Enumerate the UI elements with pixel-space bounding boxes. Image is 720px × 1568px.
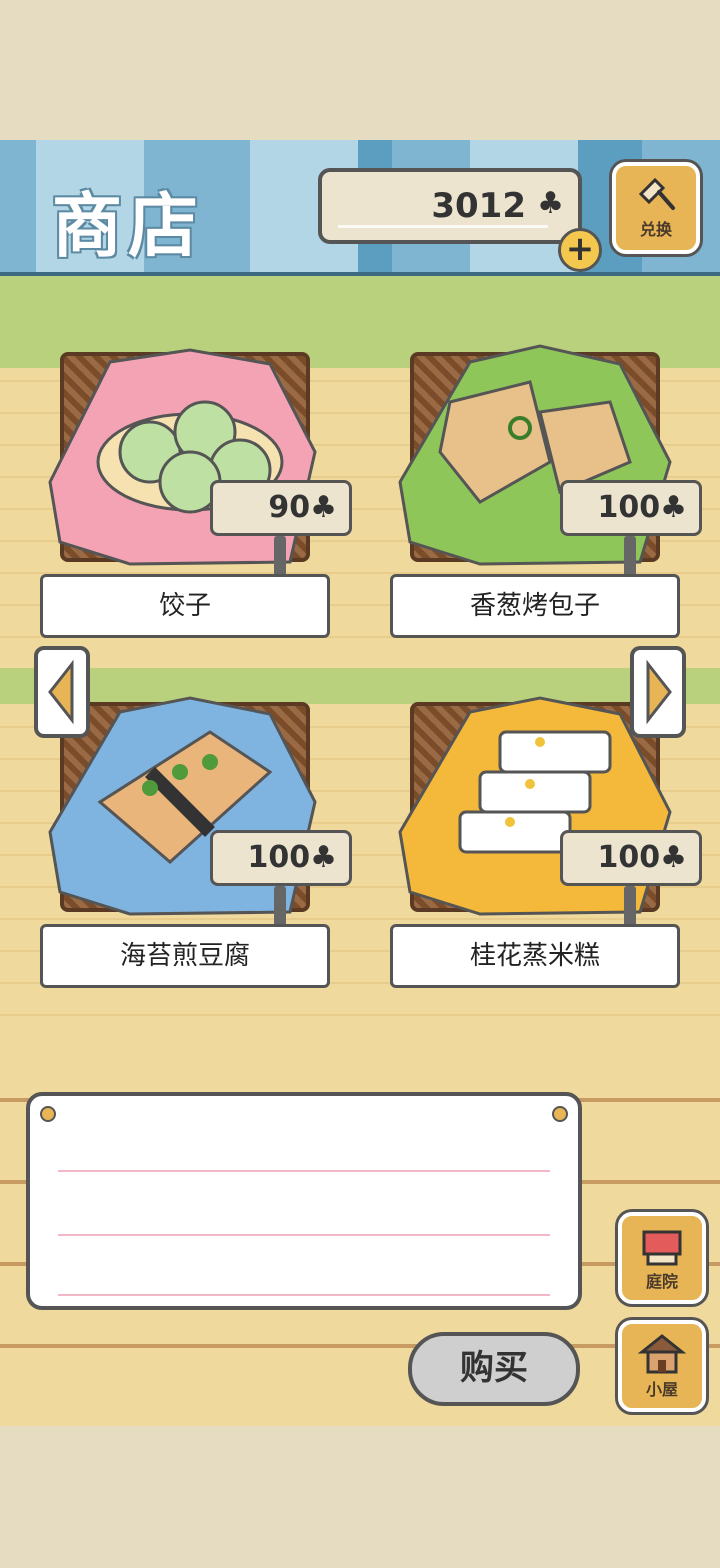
clover-icon: ♣ [537,186,564,221]
house-button[interactable]: 小屋 [618,1320,706,1412]
clover-icon: ♣ [310,840,337,875]
note-line [58,1234,550,1236]
shop-item[interactable]: 100♣ 香葱烤包子 [390,342,702,642]
note-line [58,1170,550,1172]
chevron-left-icon [48,659,74,725]
price-value: 100 [247,840,311,875]
shop-screen: 商店 3012 ♣ + 兑换 90♣ 饺子 100♣ 香葱烤包子 100♣ 海苔… [0,0,720,1568]
yard-icon [642,1230,682,1266]
buy-button[interactable]: 购买 [408,1332,580,1406]
clover-icon: ♣ [660,840,687,875]
item-name: 海苔煎豆腐 [40,924,330,988]
balance-underline [338,225,548,228]
price-value: 90 [268,490,311,525]
tag-pin [624,886,636,926]
house-label: 小屋 [645,1380,678,1399]
price-value: 100 [597,840,661,875]
clover-count: 3012 [431,186,526,226]
house-icon [638,1334,686,1374]
chevron-right-icon [646,659,672,725]
note-line [58,1294,550,1296]
item-name: 桂花蒸米糕 [390,924,680,988]
bottom-margin [0,1426,720,1568]
clover-icon: ♣ [310,490,337,525]
shop-header: 商店 3012 ♣ + 兑换 [0,140,720,276]
tag-pin [274,536,286,576]
prev-page-button[interactable] [34,646,90,738]
page-title: 商店 [52,185,204,267]
shop-item[interactable]: 90♣ 饺子 [40,342,352,642]
pin-dot [552,1106,568,1122]
exchange-label: 兑换 [639,220,672,239]
pink-cloth [48,348,317,566]
clover-icon: ♣ [660,490,687,525]
clover-balance: 3012 ♣ [318,168,582,244]
tag-pin [624,536,636,576]
bell-icon [638,177,675,210]
yard-button[interactable]: 庭院 [618,1212,706,1304]
next-page-button[interactable] [630,646,686,738]
price-tag: 100♣ [560,480,702,536]
green-cloth [398,344,672,566]
shop-item[interactable]: 100♣ 海苔煎豆腐 [40,692,352,992]
add-clover-button[interactable]: + [558,228,602,272]
pin-dot [40,1106,56,1122]
exchange-button[interactable]: 兑换 [612,162,700,254]
item-name: 香葱烤包子 [390,574,680,638]
price-tag: 100♣ [210,830,352,886]
price-tag: 100♣ [560,830,702,886]
yard-label: 庭院 [645,1272,678,1291]
message-box [26,1092,582,1310]
tag-pin [274,886,286,926]
item-name: 饺子 [40,574,330,638]
price-value: 100 [597,490,661,525]
price-tag: 90♣ [210,480,352,536]
